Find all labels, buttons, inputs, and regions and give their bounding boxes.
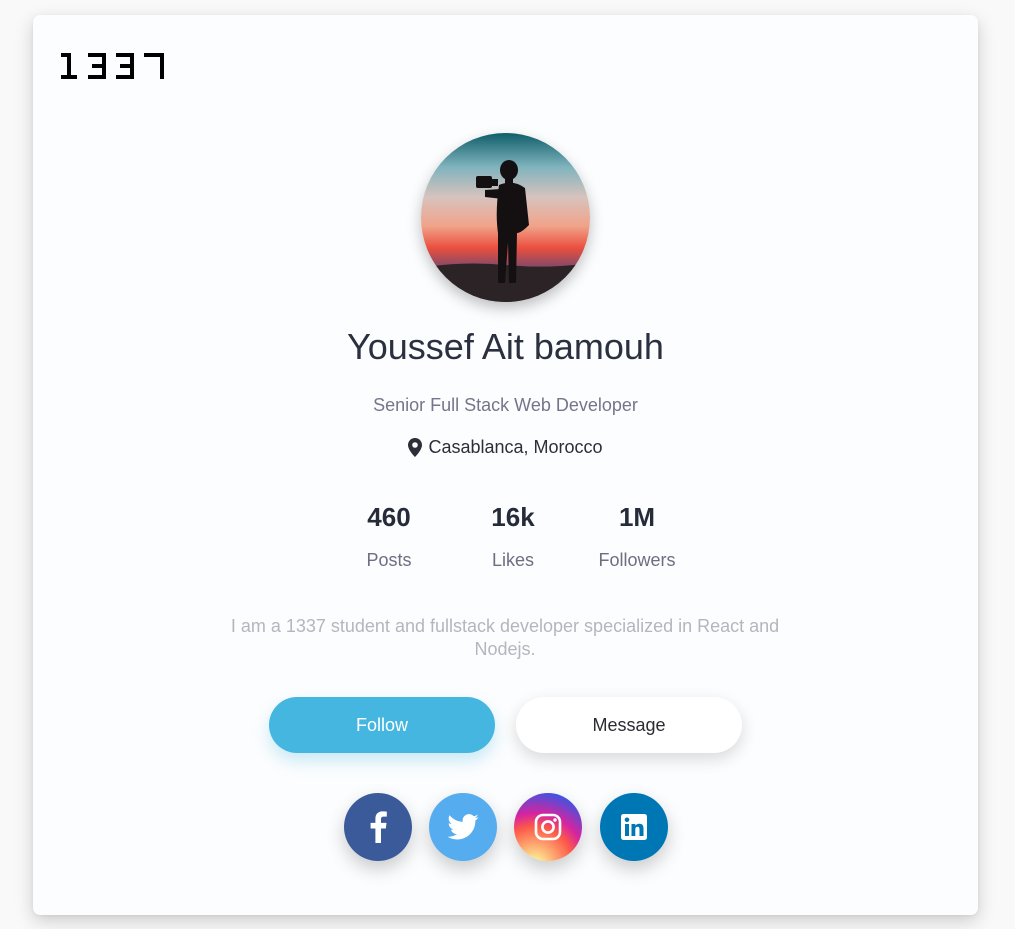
profile-card: 1337: [33, 15, 978, 915]
facebook-link[interactable]: [344, 793, 412, 861]
message-button[interactable]: Message: [516, 697, 742, 753]
instagram-link[interactable]: [514, 793, 582, 861]
follow-button[interactable]: Follow: [269, 697, 495, 753]
profile-bio: I am a 1337 student and fullstack develo…: [230, 616, 780, 659]
stat-value: 1M: [618, 502, 656, 532]
photographer-silhouette-icon: [421, 133, 590, 302]
twitter-icon: [447, 814, 479, 840]
stat-followers: 1M Followers: [577, 500, 697, 572]
profile-stats: 460 Posts 16k Likes 1M Followers: [327, 500, 697, 590]
profile-name: Youssef Ait bamouh: [347, 326, 664, 367]
linkedin-icon: [621, 814, 647, 840]
location-text: Casablanca, Morocco: [428, 437, 603, 457]
stat-label: Likes: [491, 550, 535, 570]
stat-label: Followers: [598, 550, 676, 570]
stat-likes: 16k Likes: [453, 500, 573, 572]
avatar[interactable]: [421, 133, 590, 302]
facebook-icon: [370, 811, 387, 843]
stat-value: 460: [367, 502, 411, 532]
linkedin-link[interactable]: [600, 793, 668, 861]
stat-value: 16k: [491, 502, 535, 532]
logo-1337-icon: [61, 53, 164, 79]
stat-posts: 460 Posts: [329, 500, 449, 572]
instagram-icon: [534, 813, 562, 841]
profile-title: Senior Full Stack Web Developer: [373, 395, 638, 415]
brand-logo: 1337: [60, 51, 168, 81]
map-pin-icon: [408, 437, 423, 457]
stat-label: Posts: [366, 550, 412, 570]
twitter-link[interactable]: [429, 793, 497, 861]
profile-location: Casablanca, Morocco: [33, 435, 978, 459]
